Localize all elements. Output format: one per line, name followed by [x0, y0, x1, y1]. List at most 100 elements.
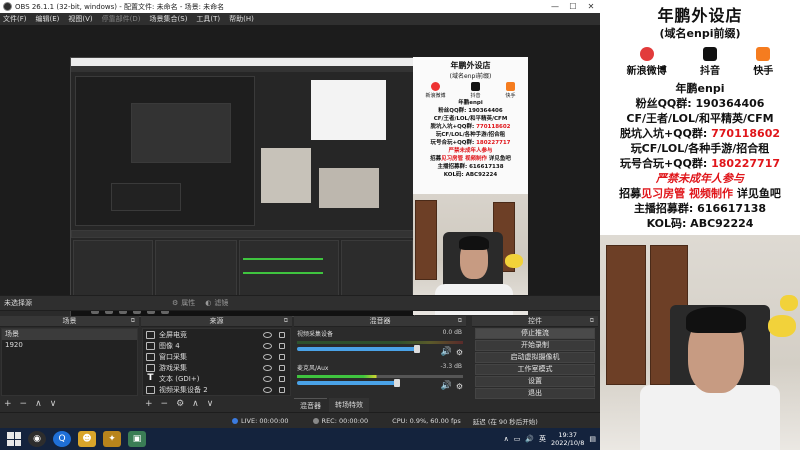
- volume-icon[interactable]: 🔊: [525, 435, 534, 443]
- volume-slider[interactable]: [297, 379, 400, 387]
- source-item[interactable]: T 文本 (GDI+): [143, 373, 290, 384]
- volume-meter: [297, 375, 463, 378]
- visibility-eye-icon[interactable]: [263, 342, 272, 349]
- add-scene-button[interactable]: +: [4, 399, 12, 409]
- nested-webcam-small: [319, 168, 379, 208]
- input-language[interactable]: 英: [539, 434, 546, 444]
- dock-float-icon[interactable]: ⧉: [284, 317, 288, 325]
- window-controls: — ☐ ✕: [546, 0, 600, 13]
- promo-line: 玩CF/LOL/各种手游/招合租: [630, 142, 770, 155]
- tab-transitions[interactable]: 转场特效: [329, 398, 369, 412]
- visibility-eye-icon[interactable]: [263, 331, 272, 338]
- browser-icon[interactable]: Q: [53, 431, 71, 447]
- source-item[interactable]: 视频采集设备 2: [143, 384, 290, 395]
- source-settings-gear-icon[interactable]: ⚙: [176, 399, 184, 409]
- promo-handle: 年鹏enpi: [675, 82, 725, 95]
- start-icon[interactable]: [7, 432, 21, 446]
- remove-source-button[interactable]: −: [161, 399, 169, 409]
- dock-float-icon[interactable]: ⧉: [131, 317, 135, 325]
- tiktok-icon: [702, 47, 717, 61]
- gear-icon[interactable]: ⚙: [456, 382, 463, 391]
- lock-icon[interactable]: [279, 331, 285, 338]
- visibility-eye-icon[interactable]: [263, 375, 272, 382]
- source-item[interactable]: 游戏采集: [143, 362, 290, 373]
- lock-icon[interactable]: [279, 342, 285, 349]
- add-source-button[interactable]: +: [145, 399, 153, 409]
- menu-docks[interactable]: 停靠部件(D): [102, 14, 141, 24]
- speaker-icon[interactable]: 🔊: [441, 381, 452, 391]
- move-up-icon[interactable]: ∧: [35, 399, 42, 409]
- source-item[interactable]: 全屏电竞: [143, 329, 290, 340]
- lol-icon[interactable]: ✦: [103, 431, 121, 447]
- menu-file[interactable]: 文件(F): [3, 14, 27, 24]
- gear-icon[interactable]: ⚙: [456, 348, 463, 357]
- controls-header: 控件: [528, 317, 542, 325]
- move-up-icon[interactable]: ∧: [192, 399, 199, 409]
- source-toolbar: 未选择源 ⚙ 属性 ◐ 滤镜: [0, 295, 600, 311]
- clock[interactable]: 19:37 2022/10/8: [551, 431, 584, 447]
- move-down-icon[interactable]: ∨: [207, 399, 214, 409]
- studio-mode-button[interactable]: 工作室模式: [475, 364, 595, 375]
- text-icon: T: [147, 372, 154, 383]
- volume-slider[interactable]: [297, 345, 420, 353]
- source-item[interactable]: 窗口采集: [143, 351, 290, 362]
- nested-webcam: [261, 148, 311, 203]
- webcam-feed: [600, 235, 800, 450]
- lock-icon[interactable]: [279, 353, 285, 360]
- audio-mixer-dock: 混音器 ⧉ 视频采集设备 0.0 dB 🔊 ⚙ 麦克风/Aux -3.3 dB 🔊…: [294, 316, 466, 412]
- move-down-icon[interactable]: ∨: [50, 399, 57, 409]
- scene-item[interactable]: 场景: [2, 329, 137, 340]
- virtual-camera-button[interactable]: 启动虚拟摄像机: [475, 352, 595, 363]
- menu-edit[interactable]: 编辑(E): [36, 14, 60, 24]
- menu-tools[interactable]: 工具(T): [196, 14, 220, 24]
- filters-button[interactable]: ◐ 滤镜: [205, 298, 228, 308]
- exit-button[interactable]: 退出: [475, 388, 595, 399]
- close-icon[interactable]: ✕: [582, 0, 600, 13]
- network-icon[interactable]: ▭: [514, 435, 521, 443]
- stop-streaming-button[interactable]: 停止推流: [475, 328, 595, 339]
- window-app-icon[interactable]: ▣: [128, 431, 146, 447]
- tray-expand-icon[interactable]: ∧: [504, 435, 509, 443]
- title-bar: OBS 26.1.1 (32-bit, windows) - 配置文件: 未命名…: [0, 0, 600, 13]
- tab-mixer[interactable]: 混音器: [294, 398, 327, 412]
- menu-scene-collection[interactable]: 场景集合(S): [150, 14, 188, 24]
- notification-icon[interactable]: ▤: [589, 435, 596, 443]
- visibility-eye-icon[interactable]: [263, 364, 272, 371]
- minimize-icon[interactable]: —: [546, 0, 564, 13]
- remove-scene-button[interactable]: −: [20, 399, 28, 409]
- window-title: OBS 26.1.1 (32-bit, windows) - 配置文件: 未命名…: [15, 2, 225, 11]
- lock-icon[interactable]: [279, 386, 285, 393]
- system-tray: ∧ ▭ 🔊 英 19:37 2022/10/8 ▤: [504, 428, 596, 450]
- source-item[interactable]: 图像 4: [143, 340, 290, 351]
- tiktok-icon: [470, 82, 480, 91]
- visibility-eye-icon[interactable]: [263, 353, 272, 360]
- visibility-eye-icon[interactable]: [263, 386, 272, 393]
- lock-icon[interactable]: [279, 375, 285, 382]
- start-recording-button[interactable]: 开始录制: [475, 340, 595, 351]
- promo-warning: 严禁未成年人参与: [656, 172, 744, 185]
- filter-icon: ◐: [205, 299, 212, 307]
- preview-canvas[interactable]: 年鹏外设店 (域名enpi前缀) 新浪微博 抖音 快手 年鹏enpi 粉丝QQ群…: [0, 26, 600, 317]
- properties-button[interactable]: ⚙ 属性: [172, 298, 195, 308]
- promo-line: 玩号合玩+QQ群: 180227717: [619, 157, 781, 170]
- obs-window: OBS 26.1.1 (32-bit, windows) - 配置文件: 未命名…: [0, 0, 600, 428]
- sources-header: 来源: [209, 317, 224, 325]
- maximize-icon[interactable]: ☐: [564, 0, 582, 13]
- menu-view[interactable]: 视图(V): [68, 14, 92, 24]
- menu-bar: 文件(F) 编辑(E) 视图(V) 停靠部件(D) 场景集合(S) 工具(T) …: [0, 13, 600, 26]
- live-indicator: LIVE: 00:00:00: [232, 417, 301, 425]
- sources-dock: 来源 ⧉ 全屏电竞 图像 4 窗口采集 游戏采集 T 文本 (GDI+) 视频采集设…: [141, 316, 292, 412]
- dock-float-icon[interactable]: ⧉: [590, 317, 594, 325]
- game-icon[interactable]: ☻: [78, 431, 96, 447]
- settings-button[interactable]: 设置: [475, 376, 595, 387]
- gamepad-icon: [146, 363, 155, 372]
- dock-float-icon[interactable]: ⧉: [458, 317, 462, 325]
- speaker-icon[interactable]: 🔊: [441, 347, 452, 357]
- status-bar: LIVE: 00:00:00 REC: 00:00:00 CPU: 0.9%, …: [0, 412, 600, 428]
- lock-icon[interactable]: [279, 364, 285, 371]
- scene-item[interactable]: 1920: [2, 340, 137, 351]
- menu-help[interactable]: 帮助(H): [229, 14, 254, 24]
- obs-icon[interactable]: ◉: [28, 431, 46, 447]
- controls-dock: 控件 ⧉ 停止推流 开始录制 启动虚拟摄像机 工作室模式 设置 退出: [472, 316, 598, 412]
- promo-recruit: 招募见习房管 视频制作 详见鱼吧: [619, 187, 781, 200]
